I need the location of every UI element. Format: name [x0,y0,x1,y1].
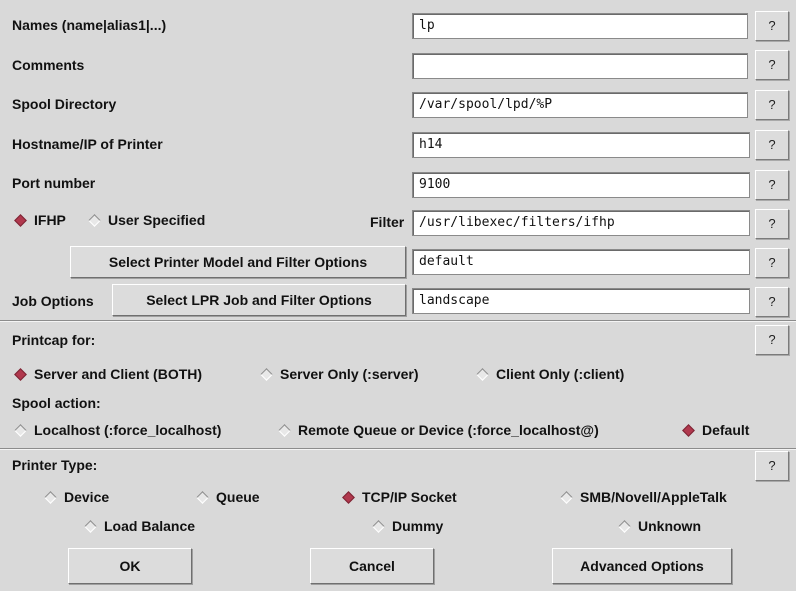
names-label: Names (name|alias1|...) [12,17,167,33]
job-options-field[interactable]: landscape [412,288,750,314]
spool-action-option-label: Default [702,422,750,438]
radio-selected-icon [14,367,27,381]
user-specified-radio[interactable]: User Specified [86,212,205,228]
spool-directory-label: Spool Directory [12,96,117,112]
names-help-button[interactable]: ? [755,11,789,41]
spool-remote-radio[interactable]: Remote Queue or Device (:force_localhost… [276,422,599,438]
spool-action-option-label: Localhost (:force_localhost) [34,422,222,438]
ok-button[interactable]: OK [68,548,192,584]
printer-type-option-label: Load Balance [104,518,196,534]
printcap-server-radio[interactable]: Server Only (:server) [258,366,419,382]
radio-unselected-icon [372,519,385,533]
radio-unselected-icon [88,213,101,227]
radio-unselected-icon [84,519,97,533]
radio-unselected-icon [618,519,631,533]
comments-help-button[interactable]: ? [755,50,789,80]
type-device-radio[interactable]: Device [42,489,109,505]
hostname-field[interactable]: h14 [412,132,750,158]
filter-label: Filter [370,214,405,230]
advanced-options-button[interactable]: Advanced Options [552,548,732,584]
spool-directory-help-button[interactable]: ? [755,90,789,120]
spool-default-radio[interactable]: Default [680,422,749,438]
radio-unselected-icon [260,367,273,381]
printcap-help-button[interactable]: ? [755,325,789,355]
type-smb-radio[interactable]: SMB/Novell/AppleTalk [558,489,727,505]
radio-unselected-icon [196,490,209,504]
printer-type-option-label: Dummy [392,518,444,534]
ifhp-radio-label: IFHP [34,212,66,228]
radio-selected-icon [342,490,355,504]
select-lpr-job-button[interactable]: Select LPR Job and Filter Options [112,284,406,316]
spool-action-label: Spool action: [12,395,101,411]
printcap-option-label: Server Only (:server) [280,366,419,382]
radio-unselected-icon [14,423,27,437]
hostname-label: Hostname/IP of Printer [12,136,163,152]
printcap-both-radio[interactable]: Server and Client (BOTH) [12,366,202,382]
type-unknown-radio[interactable]: Unknown [616,518,701,534]
printer-type-option-label: SMB/Novell/AppleTalk [580,489,727,505]
select-printer-model-button[interactable]: Select Printer Model and Filter Options [70,246,406,278]
type-dummy-radio[interactable]: Dummy [370,518,443,534]
printer-model-help-button[interactable]: ? [755,248,789,278]
hostname-help-button[interactable]: ? [755,130,789,160]
cancel-button[interactable]: Cancel [310,548,434,584]
printcap-client-radio[interactable]: Client Only (:client) [474,366,624,382]
radio-unselected-icon [560,490,573,504]
radio-unselected-icon [44,490,57,504]
radio-unselected-icon [278,423,291,437]
radio-unselected-icon [476,367,489,381]
spool-action-option-label: Remote Queue or Device (:force_localhost… [298,422,599,438]
port-number-label: Port number [12,175,96,191]
printcap-option-label: Client Only (:client) [496,366,625,382]
type-load-balance-radio[interactable]: Load Balance [82,518,195,534]
printer-type-option-label: TCP/IP Socket [362,489,457,505]
separator [0,448,796,450]
radio-selected-icon [682,423,695,437]
spool-localhost-radio[interactable]: Localhost (:force_localhost) [12,422,221,438]
printer-type-help-button[interactable]: ? [755,451,789,481]
printer-type-option-label: Queue [216,489,260,505]
type-tcpip-radio[interactable]: TCP/IP Socket [340,489,457,505]
comments-label: Comments [12,57,85,73]
printcap-label: Printcap for: [12,332,96,348]
port-number-field[interactable]: 9100 [412,172,750,198]
spool-directory-field[interactable]: /var/spool/lpd/%P [412,92,748,118]
type-queue-radio[interactable]: Queue [194,489,260,505]
printer-type-label: Printer Type: [12,457,98,473]
job-options-help-button[interactable]: ? [755,287,789,317]
printer-type-option-label: Device [64,489,110,505]
ifhp-radio[interactable]: IFHP [12,212,66,228]
user-specified-radio-label: User Specified [108,212,206,228]
separator [0,320,796,322]
port-number-help-button[interactable]: ? [755,170,789,200]
filter-field[interactable]: /usr/libexec/filters/ifhp [412,210,750,236]
job-options-label: Job Options [12,293,94,309]
names-field[interactable]: lp [412,13,748,39]
radio-selected-icon [14,213,27,227]
printcap-option-label: Server and Client (BOTH) [34,366,203,382]
filter-help-button[interactable]: ? [755,209,789,239]
printer-type-option-label: Unknown [638,518,701,534]
printer-model-field[interactable]: default [412,249,750,275]
comments-field[interactable] [412,53,748,79]
